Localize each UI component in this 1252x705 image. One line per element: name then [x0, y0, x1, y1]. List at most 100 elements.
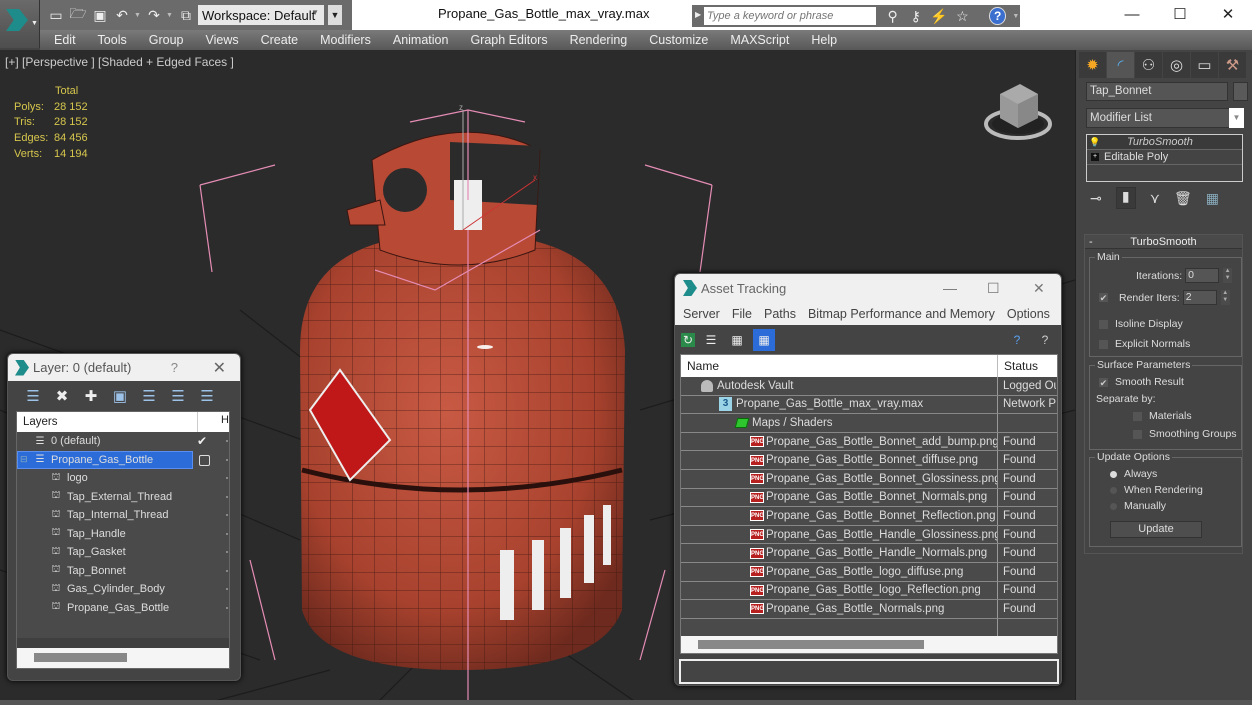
viewcube-icon[interactable] — [982, 80, 1054, 142]
object-row[interactable]: ⛫ Tap_External_Thread — [17, 488, 229, 507]
lightbulb-icon[interactable]: 💡 — [1087, 137, 1103, 148]
hide-toggle[interactable] — [226, 495, 228, 498]
create-layer-icon[interactable]: ☰ — [22, 385, 44, 407]
object-row[interactable]: ⛫ Gas_Cylinder_Body — [17, 580, 229, 599]
hide-toggle[interactable] — [226, 606, 228, 609]
asset-row[interactable]: PNG Propane_Gas_Bottle_logo_diffuse.png Fo… — [681, 562, 1057, 582]
star-icon[interactable]: ☆ — [954, 7, 971, 25]
menu-bitmap-performance[interactable]: Bitmap Performance and Memory — [802, 307, 1001, 321]
pin-stack-icon[interactable]: ⊸ — [1090, 190, 1102, 207]
key-icon[interactable]: ⚷ — [907, 7, 924, 25]
object-row[interactable]: ⛫ logo — [17, 469, 229, 488]
column-header-status[interactable]: Status — [998, 359, 1038, 373]
expand-icon[interactable]: + — [1091, 153, 1099, 161]
hide-toggle[interactable] — [226, 532, 228, 535]
asset-row[interactable]: PNG Propane_Gas_Bottle_Bonnet_Glossiness.… — [681, 469, 1057, 489]
create-icon[interactable]: ✹ — [1079, 52, 1106, 78]
list-view-icon[interactable]: ☰ — [701, 330, 721, 350]
help-button[interactable]: ? — [171, 360, 178, 375]
rollout-header[interactable]: - TurboSmooth — [1085, 235, 1242, 249]
save-icon[interactable]: ▣ — [90, 5, 110, 25]
customize-toolbar-button[interactable]: ▼ — [328, 5, 342, 25]
asset-dialog-titlebar[interactable]: Asset Tracking — ☐ ✕ — [675, 274, 1061, 302]
asset-row[interactable]: 3 Propane_Gas_Bottle_max_vray.max Network … — [681, 395, 1057, 415]
object-row[interactable]: ⛫ Tap_Internal_Thread — [17, 506, 229, 525]
help-icon[interactable]: ? — [989, 7, 1007, 25]
table-view-icon[interactable]: ▦ — [753, 328, 775, 351]
render-iters-checkbox[interactable]: ✔ — [1098, 292, 1109, 303]
manually-radio[interactable] — [1110, 502, 1117, 510]
utilities-icon[interactable]: ⚒ — [1219, 52, 1246, 78]
open-folder-icon[interactable]: 🗁 — [68, 5, 88, 25]
menu-views[interactable]: Views — [194, 33, 249, 47]
menu-modifiers[interactable]: Modifiers — [309, 33, 382, 47]
menu-animation[interactable]: Animation — [382, 33, 460, 47]
motion-icon[interactable]: ◎ — [1163, 52, 1190, 78]
show-end-result-icon[interactable]: ▮ — [1115, 187, 1136, 209]
menu-customize[interactable]: Customize — [638, 33, 719, 47]
remove-modifier-icon[interactable]: 🗑 — [1174, 190, 1192, 207]
make-unique-icon[interactable]: ⋎ — [1150, 190, 1160, 207]
menu-server[interactable]: Server — [677, 307, 726, 321]
iterations-input[interactable]: 0 — [1185, 268, 1220, 283]
menu-maxscript[interactable]: MAXScript — [719, 33, 800, 47]
help-icon[interactable]: ? — [1007, 330, 1027, 350]
minimize-button[interactable]: — — [943, 280, 957, 296]
stack-item-editable-poly[interactable]: + Editable Poly — [1087, 150, 1242, 165]
menu-graph-editors[interactable]: Graph Editors — [459, 33, 558, 47]
menu-paths[interactable]: Paths — [758, 307, 802, 321]
menu-options[interactable]: Options — [1001, 307, 1056, 321]
hide-toggle[interactable] — [226, 588, 228, 590]
maximize-button[interactable]: ☐ — [1156, 0, 1204, 28]
refresh-icon[interactable]: ↻ — [681, 332, 695, 347]
help-dropdown-icon[interactable]: ▼ — [1012, 13, 1020, 20]
asset-row[interactable]: PNG Propane_Gas_Bottle_Bonnet_Normals.png… — [681, 488, 1057, 508]
layer-row[interactable]: ⊟ ☰ Propane_Gas_Bottle — [17, 450, 229, 469]
select-objects-icon[interactable]: ▣ — [109, 385, 131, 407]
scrollbar-thumb[interactable] — [698, 640, 924, 649]
display-icon[interactable]: ▭ — [1191, 52, 1218, 78]
menu-group[interactable]: Group — [138, 33, 195, 47]
add-icon[interactable]: ✚ — [80, 385, 102, 407]
redo-icon[interactable]: ↷ — [144, 5, 164, 25]
isoline-checkbox[interactable] — [1098, 318, 1109, 330]
horizontal-scrollbar[interactable] — [681, 636, 1057, 653]
update-button[interactable]: Update — [1110, 521, 1202, 538]
undo-icon[interactable]: ↶ — [112, 5, 132, 25]
close-button[interactable]: ✕ — [213, 358, 226, 378]
column-header-layers[interactable]: Layers — [23, 416, 58, 428]
object-row[interactable]: ⛫ Tap_Bonnet — [17, 562, 229, 581]
layer-dialog-titlebar[interactable]: Layer: 0 (default) ? ✕ — [8, 354, 240, 381]
render-iters-input[interactable]: 2 — [1182, 290, 1217, 305]
menu-help[interactable]: Help — [800, 33, 848, 47]
thumbnail-view-icon[interactable]: ▦ — [727, 330, 747, 350]
select-layer-icon[interactable]: ☰ — [138, 385, 160, 407]
object-row[interactable]: ⛫ Propane_Gas_Bottle — [17, 599, 229, 618]
column-header-name[interactable]: Name — [681, 355, 998, 377]
horizontal-scrollbar[interactable] — [17, 648, 229, 668]
expand-search-icon[interactable]: ▶ — [695, 10, 701, 19]
app-menu-button[interactable]: ▼ — [0, 0, 40, 48]
binoculars-icon[interactable]: ⚲ — [884, 7, 901, 25]
set-active-checkbox[interactable] — [199, 454, 210, 466]
configure-modifier-sets-icon[interactable]: ▦ — [1206, 190, 1219, 207]
active-layer-check-icon[interactable]: ✔ — [197, 434, 207, 448]
asset-row[interactable]: Maps / Shaders — [681, 414, 1057, 433]
asset-row[interactable]: PNG Propane_Gas_Bottle_Bonnet_diffuse.png… — [681, 451, 1057, 470]
minimize-button[interactable]: — — [1108, 0, 1156, 28]
workspace-dropdown[interactable]: Workspace: Default ▼ — [198, 5, 324, 25]
scrollbar-thumb[interactable] — [34, 653, 127, 662]
hierarchy-icon[interactable]: ⚇ — [1135, 52, 1162, 78]
asset-row[interactable]: PNG Propane_Gas_Bottle_logo_Reflection.pn… — [681, 581, 1057, 601]
always-radio[interactable] — [1110, 470, 1117, 478]
asset-row[interactable]: PNG Propane_Gas_Bottle_Handle_Glossiness.… — [681, 525, 1057, 545]
menu-file[interactable]: File — [726, 307, 758, 321]
smooth-result-checkbox[interactable]: ✔ — [1098, 376, 1109, 388]
render-iters-spinner[interactable]: ▲ ▼ — [1220, 290, 1230, 305]
object-name-field[interactable]: Tap_Bonnet — [1086, 82, 1228, 101]
project-folder-icon[interactable]: ⧉ — [176, 5, 196, 25]
hide-toggle[interactable] — [226, 440, 228, 442]
hide-toggle[interactable] — [226, 551, 228, 553]
layer-row[interactable]: ☰ 0 (default) ✔ — [17, 432, 229, 451]
asset-row[interactable]: PNG Propane_Gas_Bottle_Bonnet_add_bump.pn… — [681, 432, 1057, 452]
